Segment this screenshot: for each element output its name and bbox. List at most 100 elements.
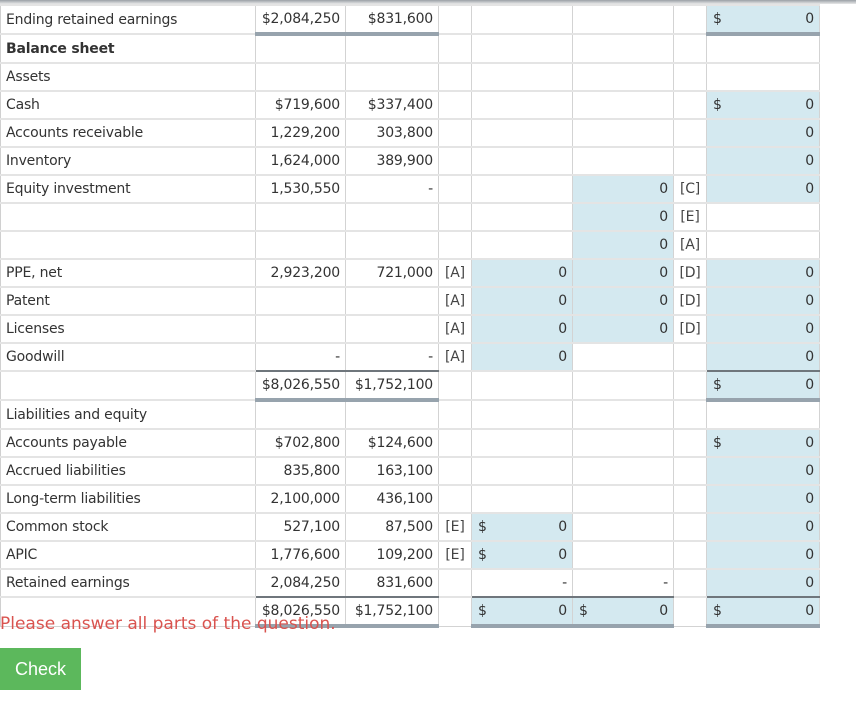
credit-adjustment-cell [572,90,674,120]
debit-adjustment-input[interactable]: 0 [471,314,573,344]
parent-amount [255,62,346,92]
currency-symbol: $ [713,377,722,393]
credit-adjustment-input[interactable]: 0 [572,286,674,316]
row-label: Cash [0,90,256,120]
subsidiary-amount [345,62,439,92]
currency-symbol: $ [713,97,722,113]
worksheet-row: PPE, net 2,923,200 721,000 [A] 0 0 [D] 0 [0,258,820,288]
credit-adjustment-cell [572,512,674,542]
input-value: 0 [659,209,668,225]
consolidated-input[interactable]: $0 [706,428,820,458]
credit-adjustment-input[interactable]: 0 [572,314,674,344]
debit-reference [438,4,472,35]
debit-reference: [A] [438,286,472,316]
parent-amount [255,286,346,316]
consolidated-input[interactable]: $0 [706,596,820,628]
worksheet-row: Retained earnings 2,084,250 831,600 - - 0 [0,568,820,598]
input-value: 0 [805,321,814,337]
debit-adjustment-cell [471,146,573,176]
subsidiary-amount: $337,400 [345,90,439,120]
input-value: 0 [659,237,668,253]
consolidated-input[interactable]: $0 [706,90,820,120]
currency-symbol: $ [713,435,722,451]
consolidated-input[interactable]: 0 [706,174,820,204]
credit-adjustment-cell [572,370,674,401]
consolidated-input[interactable]: 0 [706,568,820,598]
currency-symbol: $ [478,547,487,563]
consolidated-cell [706,33,820,64]
row-label: Common stock [0,512,256,542]
consolidated-input[interactable]: 0 [706,456,820,486]
credit-adjustment-input[interactable]: 0 [572,202,674,232]
parent-amount: 835,800 [255,456,346,486]
worksheet-row: Balance sheet [0,33,820,64]
parent-amount [255,33,346,64]
input-value: 0 [659,321,668,337]
consolidated-input[interactable]: 0 [706,258,820,288]
credit-adjustment-input[interactable]: 0 [572,258,674,288]
input-value: 0 [659,603,668,619]
parent-amount: 2,923,200 [255,258,346,288]
parent-amount: $8,026,550 [255,370,346,402]
credit-adjustment-cell [572,146,674,176]
subsidiary-amount: 389,900 [345,146,439,176]
debit-reference: [E] [438,540,472,570]
credit-adjustment-input[interactable]: 0 [572,174,674,204]
consolidated-input[interactable]: 0 [706,314,820,344]
worksheet-row: 0 [E] [0,202,820,232]
input-value: 0 [805,265,814,281]
debit-adjustment-cell: - [471,568,573,598]
input-value: 0 [805,349,814,365]
consolidated-input[interactable]: 0 [706,484,820,514]
consolidation-worksheet: Ending retained earnings $2,084,250 $831,6… [0,4,820,628]
credit-adjustment-cell [572,342,674,372]
credit-adjustment-cell [572,428,674,458]
credit-adjustment-input[interactable]: 0 [572,230,674,260]
consolidated-input[interactable]: 0 [706,146,820,176]
consolidated-input[interactable]: 0 [706,118,820,148]
subsidiary-amount: $831,600 [345,4,439,36]
subsidiary-amount [345,230,439,260]
parent-amount: 1,624,000 [255,146,346,176]
debit-adjustment-input[interactable]: $0 [471,596,573,628]
subsidiary-amount: 109,200 [345,540,439,570]
debit-adjustment-input[interactable]: 0 [471,286,573,316]
debit-adjustment-input[interactable]: $0 [471,540,573,570]
consolidated-input[interactable]: 0 [706,540,820,570]
credit-reference [673,370,707,401]
consolidated-input[interactable]: 0 [706,342,820,372]
debit-reference [438,90,472,120]
credit-reference: [C] [673,174,707,204]
debit-reference [438,230,472,260]
currency-symbol: $ [478,603,487,619]
check-button[interactable]: Check [0,648,81,690]
input-value: 0 [805,181,814,197]
debit-reference [438,484,472,514]
credit-adjustment-input[interactable]: $0 [572,596,674,628]
debit-reference [438,456,472,486]
debit-adjustment-input[interactable]: 0 [471,258,573,288]
debit-adjustment-input[interactable]: 0 [471,342,573,372]
row-label: Equity investment [0,174,256,204]
debit-adjustment-input[interactable]: $0 [471,512,573,542]
consolidated-input[interactable]: 0 [706,512,820,542]
consolidated-input[interactable]: $0 [706,4,820,36]
parent-amount: $702,800 [255,428,346,458]
credit-reference [673,62,707,92]
debit-reference [438,62,472,92]
credit-reference [673,118,707,148]
credit-reference [673,568,707,598]
worksheet-row: Equity investment 1,530,550- 0 [C] 0 [0,174,820,204]
row-label: PPE, net [0,258,256,288]
consolidated-input[interactable]: 0 [706,286,820,316]
worksheet-row: Accounts receivable 1,229,200 303,800 0 [0,118,820,148]
worksheet-row: Licenses [A] 0 0 [D] 0 [0,314,820,344]
parent-amount: 1,530,550 [255,174,346,204]
consolidated-input[interactable]: $0 [706,370,820,402]
row-label: Licenses [0,314,256,344]
row-label: Ending retained earnings [0,4,256,35]
debit-reference: [A] [438,258,472,288]
subsidiary-amount: 436,100 [345,484,439,514]
input-value: 0 [805,377,814,393]
worksheet-row: Cash $719,600 $337,400 $0 [0,90,820,120]
